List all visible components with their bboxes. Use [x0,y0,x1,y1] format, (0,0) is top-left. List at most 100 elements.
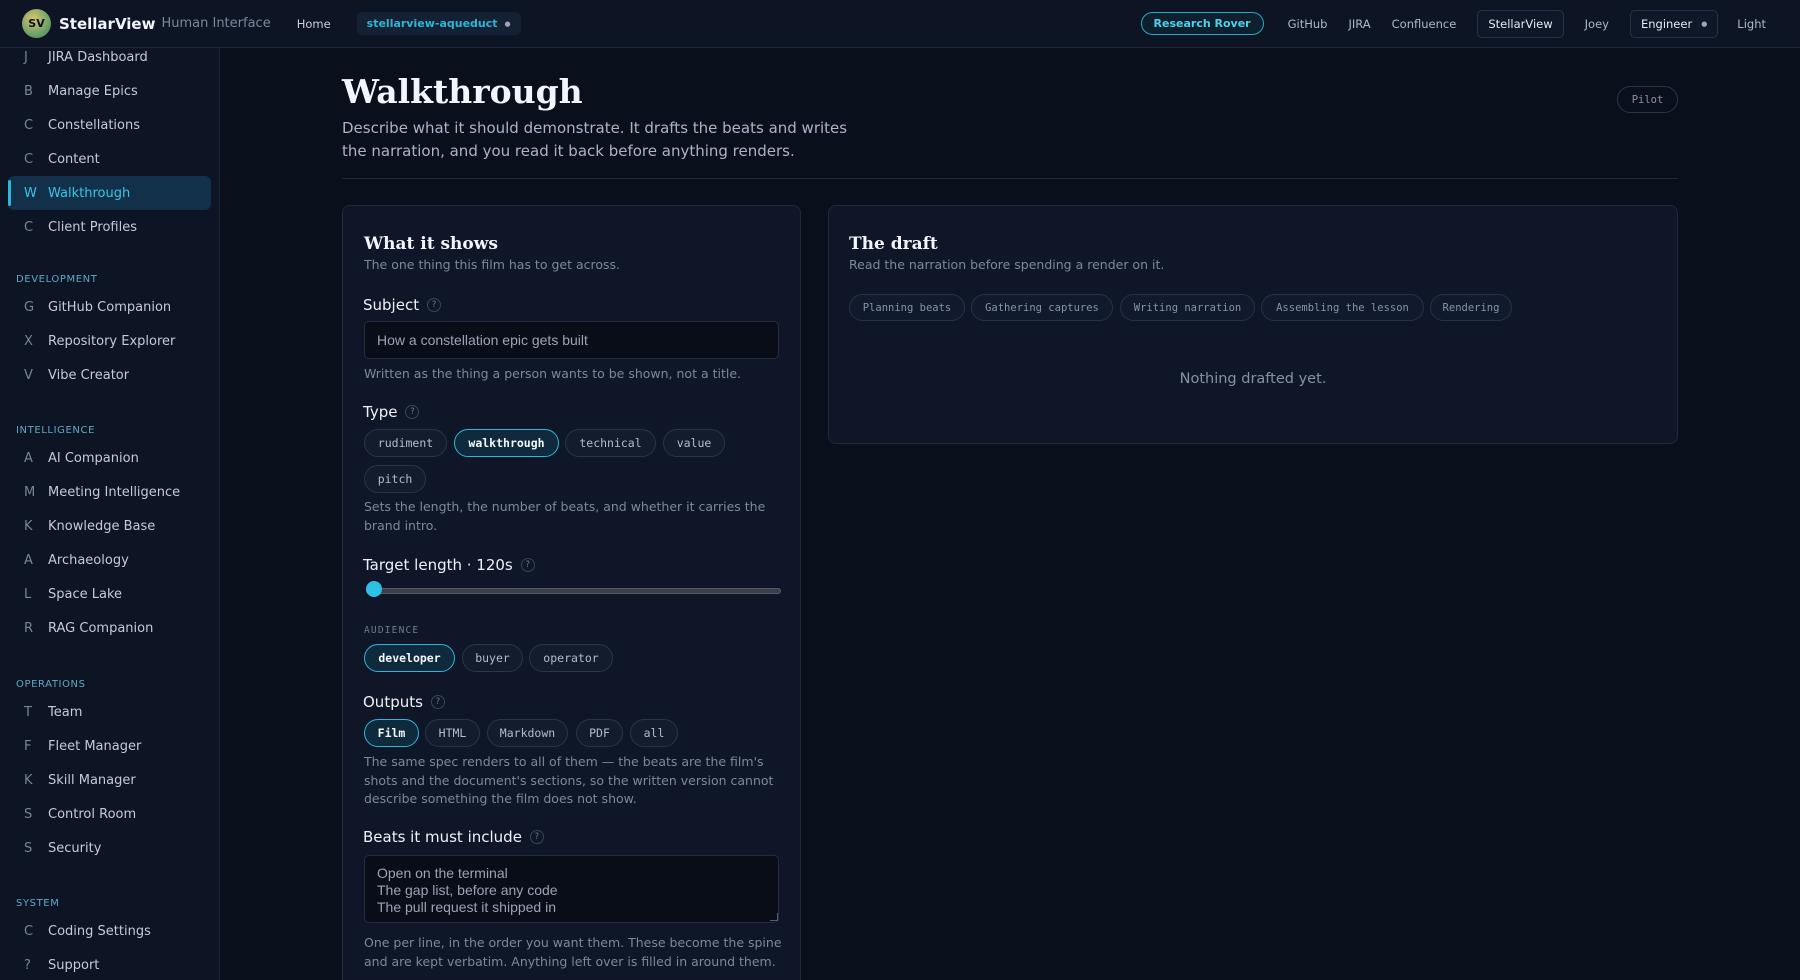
item-initial: T [24,704,32,720]
sidebar-item-label: Repository Explorer [48,333,176,349]
sidebar-item-label: Client Profiles [48,219,137,235]
item-initial: C [24,219,34,235]
logo-badge: SV [22,9,51,38]
sidebar-item-label: Meeting Intelligence [48,484,181,500]
help-icon[interactable]: ? [430,695,445,709]
output-chip-markdown[interactable]: Markdown [487,719,568,747]
confluence-link[interactable]: Confluence [1392,17,1457,31]
beats-label-text: Beats it must include [363,828,522,846]
sidebar-item-label: Security [48,840,102,856]
sidebar-item-label: Team [48,704,83,720]
sidebar-item-fleet-manager[interactable]: F Fleet Manager [8,729,211,763]
environment-selector[interactable]: stellarview-aqueduct ● [356,12,521,35]
sidebar-item-label: Content [48,151,100,167]
sidebar-item-repository-explorer[interactable]: X Repository Explorer [8,324,211,358]
type-chip-technical[interactable]: technical [565,429,656,457]
length-label: Target length · 120s ? [363,556,535,574]
sidebar-item-space-lake[interactable]: L Space Lake [8,577,211,611]
item-initial: A [24,450,33,466]
item-initial: C [24,151,34,167]
sidebar-item-coding-settings[interactable]: C Coding Settings [8,914,211,948]
sidebar-item-label: Constellations [48,117,141,133]
sidebar-item-support[interactable]: ? Support [8,948,211,980]
role-selector[interactable]: Engineer ● [1629,9,1719,38]
github-link[interactable]: GitHub [1288,17,1328,31]
item-initial: X [24,333,33,349]
subject-input[interactable]: How a constellation epic gets built [364,321,779,359]
step-gathering-captures: Gathering captures [971,294,1113,321]
home-link[interactable]: Home [297,17,331,31]
type-label-text: Type [363,403,398,421]
sidebar-item-meeting-intelligence[interactable]: M Meeting Intelligence [8,475,211,509]
jira-link[interactable]: JIRA [1348,17,1370,31]
sidebar-item-walkthrough[interactable]: W Walkthrough [8,176,211,210]
output-chip-html[interactable]: HTML [425,719,480,747]
item-initial: ? [24,957,31,973]
section-system: SYSTEM [16,898,60,909]
resize-handle-icon[interactable] [770,913,778,921]
sidebar-item-skill-manager[interactable]: K Skill Manager [8,763,211,797]
sidebar-item-label: JIRA Dashboard [48,49,148,65]
output-chip-all[interactable]: all [630,719,678,747]
sidebar-item-label: Knowledge Base [48,518,156,534]
item-initial: J [24,49,28,65]
audience-chip-developer[interactable]: developer [364,644,455,672]
beats-label: Beats it must include ? [363,828,544,846]
sidebar-item-label: AI Companion [48,450,139,466]
step-planning-beats: Planning beats [849,294,965,321]
sidebar-item-vibe-creator[interactable]: V Vibe Creator [8,358,211,392]
brand-subtitle: Human Interface [161,16,271,31]
sidebar-item-client-profiles[interactable]: C Client Profiles [8,210,211,244]
sidebar-item-github-companion[interactable]: G GitHub Companion [8,290,211,324]
item-initial: C [24,923,34,939]
theme-toggle[interactable]: Light [1737,17,1766,31]
type-chip-pitch[interactable]: pitch [364,465,426,493]
type-chip-value[interactable]: value [663,429,725,457]
research-rover-button[interactable]: Research Rover [1140,12,1264,35]
sidebar-item-jira-dashboard[interactable]: J JIRA Dashboard [8,48,211,74]
length-slider-thumb[interactable] [366,581,382,597]
sidebar-item-archaeology[interactable]: A Archaeology [8,543,211,577]
chevron-down-icon: ● [504,19,511,28]
brand-name[interactable]: StellarView [59,15,155,33]
sidebar-item-ai-companion[interactable]: A AI Companion [8,441,211,475]
audience-chip-operator[interactable]: operator [529,644,613,672]
type-chip-walkthrough[interactable]: walkthrough [454,429,559,457]
sidebar-item-security[interactable]: S Security [8,831,211,865]
item-initial: F [24,738,32,754]
subject-label-text: Subject [363,296,420,314]
sidebar-item-manage-epics[interactable]: B Manage Epics [8,74,211,108]
sidebar-item-team[interactable]: T Team [8,695,211,729]
sidebar-item-content[interactable]: C Content [8,142,211,176]
sidebar-item-label: RAG Companion [48,620,154,636]
sidebar-item-rag-companion[interactable]: R RAG Companion [8,611,211,645]
help-icon[interactable]: ? [529,830,544,844]
sidebar-item-label: Fleet Manager [48,738,142,754]
length-slider-track[interactable] [366,588,781,594]
sidebar-item-knowledge-base[interactable]: K Knowledge Base [8,509,211,543]
sidebar-item-label: Vibe Creator [48,367,130,383]
item-initial: S [24,840,33,856]
output-chip-pdf[interactable]: PDF [576,719,623,747]
stellarview-app-button[interactable]: StellarView [1477,9,1564,38]
user-menu[interactable]: Joey [1585,17,1609,31]
header-divider [342,178,1678,179]
help-icon[interactable]: ? [405,405,420,419]
audience-chip-buyer[interactable]: buyer [462,644,523,672]
sidebar-item-label: Control Room [48,806,137,822]
output-chip-film[interactable]: Film [364,719,419,747]
type-chip-rudiment[interactable]: rudiment [364,429,447,457]
sidebar: J JIRA Dashboard B Manage Epics C Conste… [0,48,220,980]
sidebar-item-control-room[interactable]: S Control Room [8,797,211,831]
help-icon[interactable]: ? [520,558,535,572]
subject-label: Subject ? [363,296,442,314]
sidebar-item-constellations[interactable]: C Constellations [8,108,211,142]
beats-textarea[interactable]: Open on the terminal The gap list, befor… [364,855,779,923]
top-bar: SV StellarView Human Interface Home stel… [0,0,1800,48]
help-icon[interactable]: ? [427,298,442,312]
sidebar-item-label: Archaeology [48,552,129,568]
draft-card: The draft [828,205,1678,444]
item-initial: M [24,484,36,500]
item-initial: C [24,117,34,133]
section-development: DEVELOPMENT [16,274,98,285]
